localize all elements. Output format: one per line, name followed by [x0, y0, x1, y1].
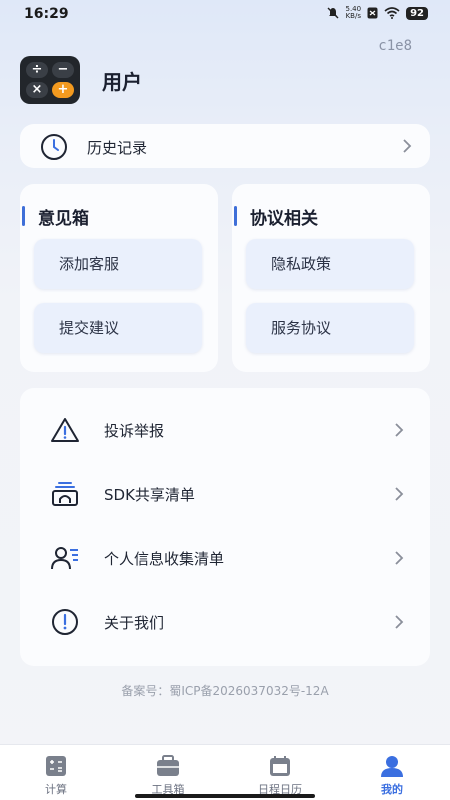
info-exclamation-icon	[52, 609, 78, 635]
menu-item-personal-info[interactable]: 个人信息收集清单	[20, 526, 430, 590]
tab-toolbox[interactable]: 工具箱	[112, 745, 224, 800]
sim-icon	[367, 7, 378, 19]
submit-suggestion-button[interactable]: 提交建议	[34, 303, 202, 353]
net-speed: 5.40 KB/s	[345, 5, 362, 20]
tab-profile[interactable]: 我的	[336, 745, 448, 800]
tab-label: 我的	[381, 783, 403, 796]
tab-calendar[interactable]: 日程日历	[224, 745, 336, 800]
calendar-icon	[270, 756, 290, 776]
battery-indicator: 92	[406, 6, 428, 20]
tab-label: 计算	[45, 783, 67, 796]
logo-minus-key: −	[52, 62, 74, 78]
tab-calculator[interactable]: 计算	[0, 745, 112, 800]
menu-list: 投诉举报 SDK共享清单 个人信息收集清单 关于我们	[20, 388, 430, 666]
toolbox-icon	[157, 755, 179, 776]
chevron-right-icon	[395, 487, 404, 501]
status-time: 16:29	[24, 6, 69, 22]
history-row[interactable]: 历史记录	[20, 124, 430, 168]
menu-item-sdk-list[interactable]: SDK共享清单	[20, 462, 430, 526]
feedback-card: 意见箱 添加客服 提交建议	[20, 184, 218, 372]
add-customer-service-button[interactable]: 添加客服	[34, 239, 202, 289]
status-icons: 5.40 KB/s 92	[327, 6, 428, 20]
menu-item-label: 关于我们	[104, 614, 165, 632]
home-indicator	[135, 794, 315, 798]
menu-item-label: 投诉举报	[104, 422, 165, 440]
bottom-tab-bar: 计算 工具箱 日程日历 我的	[0, 744, 450, 800]
menu-item-about-us[interactable]: 关于我们	[20, 590, 430, 654]
profile-icon	[381, 756, 403, 777]
clock-icon	[41, 134, 67, 160]
header-code: c1e8	[378, 38, 412, 54]
status-bar: 16:29 5.40 KB/s 92	[0, 0, 450, 30]
personal-info-icon	[51, 547, 78, 570]
menu-item-label: 个人信息收集清单	[104, 550, 225, 568]
agreements-card: 协议相关 隐私政策 服务协议	[232, 184, 430, 372]
chevron-right-icon	[395, 551, 404, 565]
logo-divide-key: ÷	[26, 62, 48, 78]
username: 用户	[102, 70, 142, 94]
mute-bell-icon	[327, 7, 339, 19]
menu-item-report[interactable]: 投诉举报	[20, 398, 430, 462]
chevron-right-icon	[403, 139, 412, 153]
icp-filing-text: 备案号：蜀ICP备2026037032号-12A	[121, 684, 329, 698]
warning-icon	[51, 418, 79, 442]
wifi-icon	[384, 7, 400, 19]
calculator-icon	[46, 756, 66, 776]
chevron-right-icon	[395, 615, 404, 629]
logo-plus-key: +	[52, 82, 74, 98]
sdk-share-icon	[52, 482, 78, 506]
service-agreement-button[interactable]: 服务协议	[246, 303, 414, 353]
app-logo: ÷ − × +	[20, 56, 80, 104]
agreements-title: 协议相关	[234, 204, 318, 229]
privacy-policy-button[interactable]: 隐私政策	[246, 239, 414, 289]
history-label: 历史记录	[87, 139, 148, 157]
menu-item-label: SDK共享清单	[104, 486, 195, 504]
chevron-right-icon	[395, 423, 404, 437]
logo-multiply-key: ×	[26, 82, 48, 98]
feedback-title: 意见箱	[22, 204, 89, 229]
